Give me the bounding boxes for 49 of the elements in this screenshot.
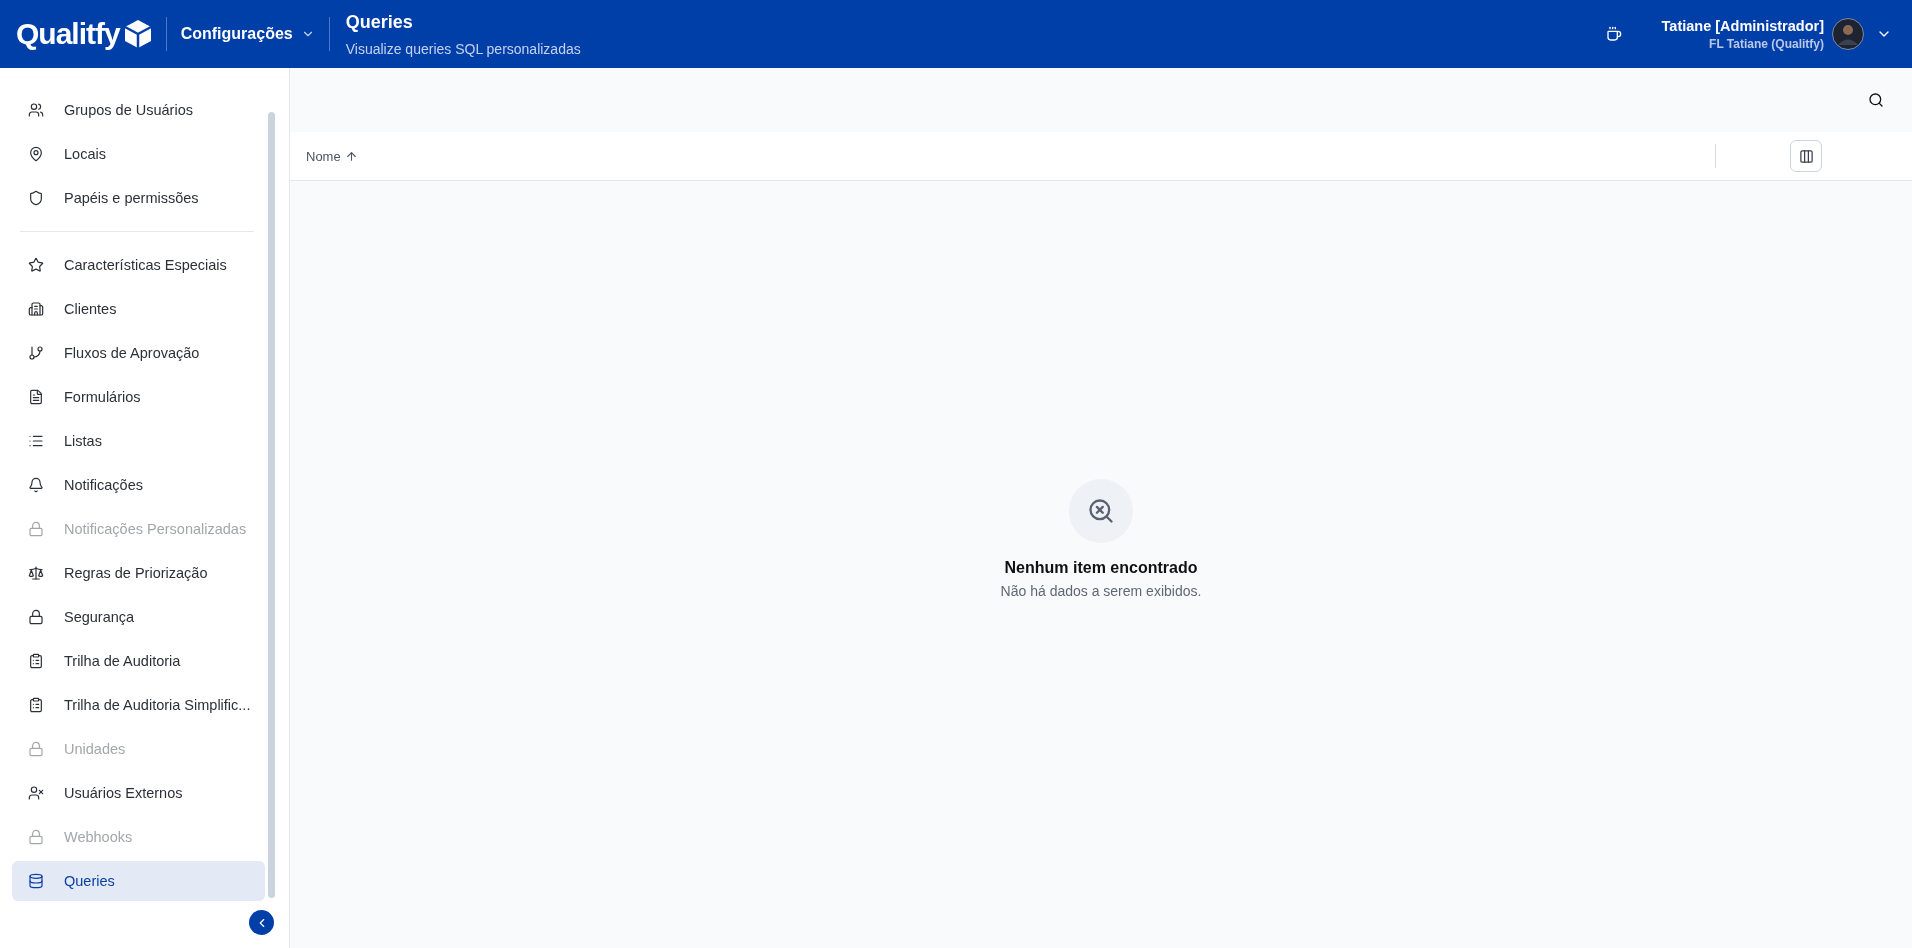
columns-icon	[1798, 148, 1814, 164]
columns-button[interactable]	[1790, 140, 1822, 172]
menu-icon	[28, 102, 44, 118]
menu-icon	[28, 873, 44, 889]
scrollbar[interactable]	[268, 112, 275, 898]
cube-logo-icon	[123, 19, 152, 49]
sidebar-item[interactable]: Notificações	[12, 463, 265, 507]
sidebar-item[interactable]: Regras de Priorização	[12, 551, 265, 595]
sidebar-item[interactable]: Listas	[12, 419, 265, 463]
menu-icon	[28, 433, 44, 449]
sidebar-item[interactable]: Formulários	[12, 375, 265, 419]
sidebar-item[interactable]: Segurança	[12, 595, 265, 639]
menu-icon	[28, 301, 44, 317]
logo-text: Qualitfy	[16, 17, 120, 51]
menu-icon	[28, 389, 44, 405]
menu-icon	[28, 653, 44, 669]
column-header[interactable]: Nome	[306, 148, 358, 164]
sidebar-item[interactable]: Clientes	[12, 287, 265, 331]
menu-icon	[28, 257, 44, 273]
empty-title: Nenhum item encontrado	[1004, 558, 1198, 577]
sidebar-item[interactable]: Papéis e permissões	[12, 176, 265, 220]
lock-icon	[28, 521, 44, 537]
section-dropdown[interactable]: Configurações	[166, 25, 329, 43]
sidebar-item[interactable]: Locais	[12, 132, 265, 176]
sidebar-item[interactable]: Queries	[12, 861, 265, 901]
menu-icon	[28, 477, 44, 493]
menu-icon	[28, 609, 44, 625]
sidebar-item[interactable]: Usuários Externos	[12, 771, 265, 815]
sidebar-item[interactable]: Grupos de Usuários	[12, 88, 265, 132]
page-subtitle: Visualize queries SQL personalizadas	[345, 40, 581, 57]
menu-icon	[28, 785, 44, 801]
menu-icon	[28, 697, 44, 713]
sidebar-item[interactable]: Fluxos de Aprovação	[12, 331, 265, 375]
sort-arrow-icon	[344, 149, 358, 163]
menu-icon	[28, 565, 44, 581]
sidebar-item[interactable]: Características Especiais	[12, 243, 265, 287]
user-name: Tatiane [Administrador]	[1661, 17, 1824, 34]
menu-icon	[28, 146, 44, 162]
user-organization: FL Tatiane (Qualitfy)	[1709, 36, 1824, 51]
lock-icon	[28, 741, 44, 757]
menu-icon	[28, 190, 44, 206]
page-title: Queries	[345, 11, 414, 33]
menu-icon	[28, 345, 44, 361]
empty-message: Não há dados a serem exibidos.	[1000, 582, 1202, 599]
avatar[interactable]	[1832, 18, 1864, 50]
sidebar-item[interactable]: Trilha de Auditoria	[12, 639, 265, 683]
collapse-button[interactable]	[249, 910, 274, 935]
lock-icon	[28, 829, 44, 845]
sidebar-item[interactable]: Trilha de Auditoria Simplific...	[12, 683, 265, 727]
